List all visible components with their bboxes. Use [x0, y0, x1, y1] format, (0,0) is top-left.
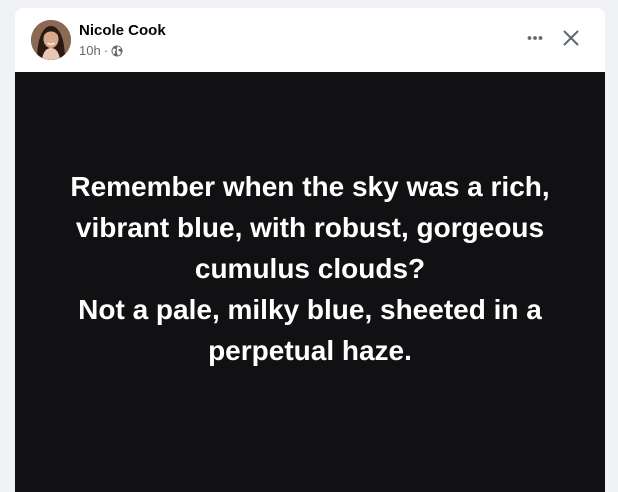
post-body: Remember when the sky was a rich, vibran… [15, 72, 605, 492]
post-header: Nicole Cook 10h · [15, 8, 605, 72]
more-options-icon [527, 36, 543, 40]
more-options-button[interactable] [521, 24, 549, 52]
post-timestamp[interactable]: 10h [79, 43, 101, 59]
globe-icon[interactable] [111, 45, 123, 57]
close-button[interactable] [555, 22, 587, 54]
meta-separator: · [103, 43, 109, 58]
avatar-image [31, 20, 71, 60]
post-text: Remember when the sky was a rich, vibran… [70, 170, 550, 366]
close-icon [563, 30, 579, 46]
post-card: Nicole Cook 10h · Remember when the sky … [15, 8, 605, 492]
post-meta: 10h · [79, 43, 123, 59]
avatar[interactable] [31, 20, 71, 60]
author-name[interactable]: Nicole Cook [79, 22, 166, 40]
